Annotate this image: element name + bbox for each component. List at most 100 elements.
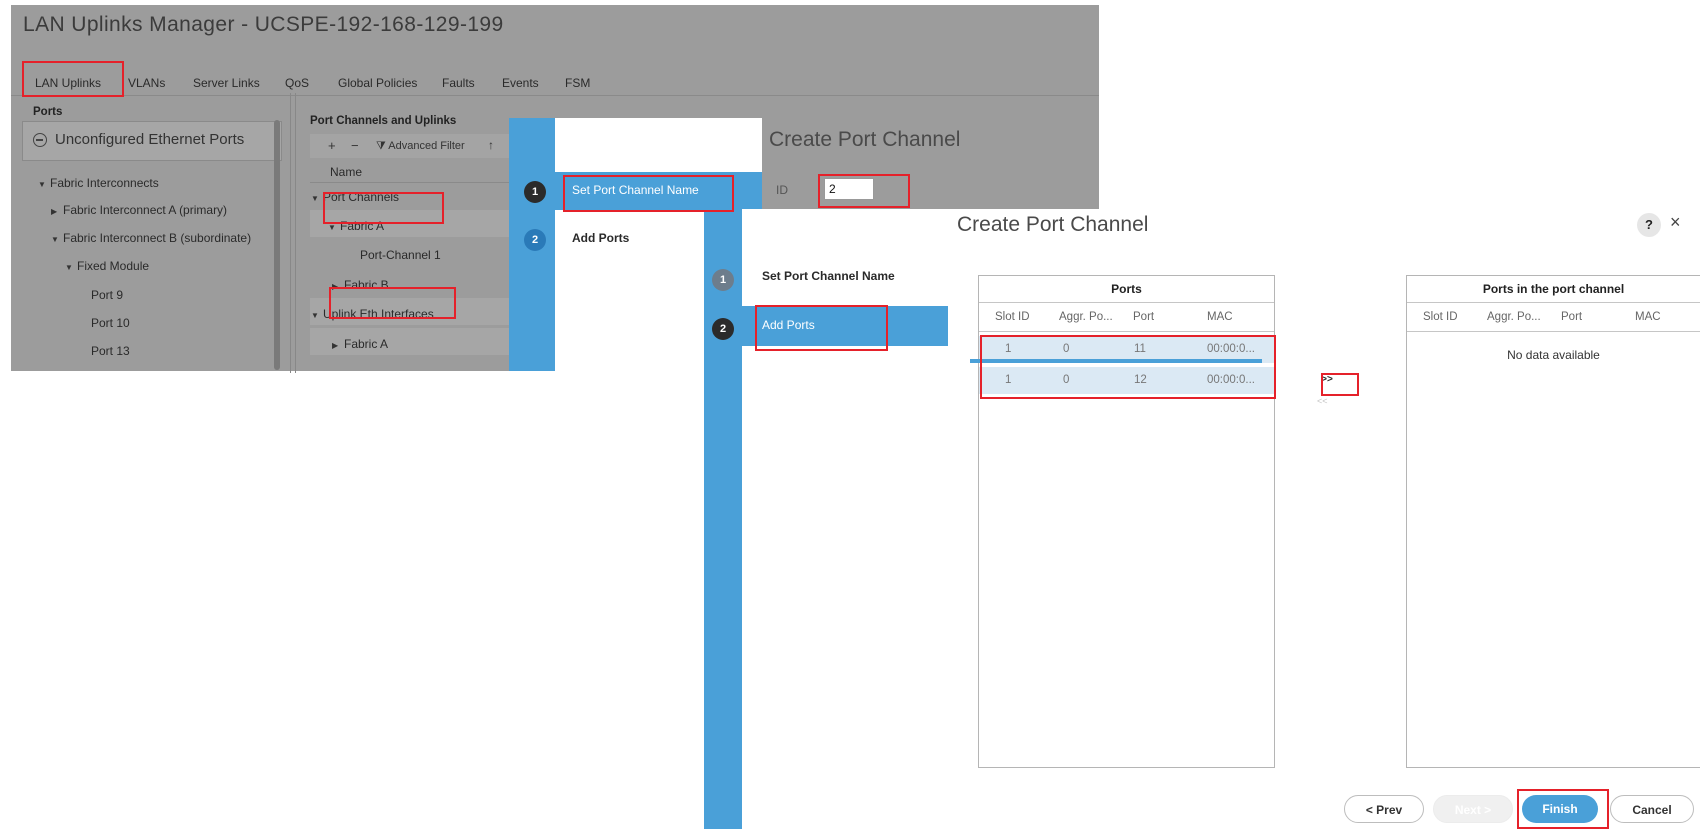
collapsed-triangle-icon[interactable]: ▶	[332, 282, 344, 291]
tree-item-port-10[interactable]: Port 10	[91, 316, 130, 330]
wizard-step-rail: 1 2	[704, 209, 742, 829]
cell-mac: 00:00:0...	[1207, 374, 1255, 386]
next-button[interactable]: Next >	[1433, 795, 1513, 823]
port-channel-table-title: Ports in the port channel	[1482, 282, 1625, 296]
remove-icon[interactable]: −	[351, 138, 359, 153]
tree-item-port-channel-1[interactable]: Port-Channel 1	[360, 248, 441, 262]
advanced-filter-button[interactable]: ⧩ Advanced Filter	[376, 140, 465, 153]
filter-icon: ⧩	[376, 140, 386, 152]
cell-slot-id: 1	[1005, 343, 1012, 355]
step-2-label: Add Ports	[762, 318, 815, 332]
tree-item-label: Fabric B	[344, 278, 389, 292]
collapsed-triangle-icon[interactable]: ▶	[51, 207, 63, 216]
tree-item-label: Uplink Eth Interfaces	[323, 307, 434, 321]
cell-aggr-port: 0	[1063, 343, 1070, 355]
tab-faults[interactable]: Faults	[442, 76, 475, 90]
col-slot-id[interactable]: Slot ID	[995, 311, 1030, 323]
expand-triangle-icon[interactable]: ▼	[311, 194, 323, 203]
col-aggr-port[interactable]: Aggr. Po...	[1487, 311, 1541, 323]
tree-item-port-13[interactable]: Port 13	[91, 344, 130, 358]
cell-port: 12	[1134, 374, 1147, 386]
cell-aggr-port: 0	[1063, 374, 1070, 386]
id-label: ID	[776, 183, 788, 197]
step-1-circle: 1	[712, 269, 734, 291]
col-mac[interactable]: MAC	[1207, 311, 1233, 323]
tree-item-port-channels[interactable]: ▼ Port Channels	[311, 190, 399, 204]
ports-pane-title: Ports	[33, 106, 63, 118]
unconfigured-ports-group[interactable]: Unconfigured Ethernet Ports	[22, 121, 282, 161]
tree-item-fixed-module[interactable]: ▼ Fixed Module	[65, 259, 149, 273]
tab-events[interactable]: Events	[502, 76, 539, 90]
empty-table-message: No data available	[1507, 348, 1600, 362]
col-mac[interactable]: MAC	[1635, 311, 1661, 323]
pane-splitter[interactable]	[290, 93, 296, 373]
column-header-label: Name	[330, 165, 363, 179]
add-icon[interactable]: +	[328, 138, 336, 153]
tree-item-fabric-b[interactable]: ▶ Fabric B	[332, 278, 389, 292]
tree-item-label: Fixed Module	[77, 259, 150, 273]
cell-mac: 00:00:0...	[1207, 343, 1255, 355]
filter-label: Advanced Filter	[388, 140, 465, 152]
tab-vlans[interactable]: VLANs	[128, 76, 165, 90]
close-icon[interactable]: ×	[1670, 212, 1681, 233]
name-column-header[interactable]: Name	[310, 160, 510, 183]
step-1-circle: 1	[524, 181, 546, 203]
tree-item-port-9[interactable]: Port 9	[91, 288, 123, 302]
manager-tab-bar: LAN Uplinks VLANs Server Links QoS Globa…	[11, 62, 1099, 96]
tab-global-policies[interactable]: Global Policies	[338, 76, 417, 90]
expand-triangle-icon[interactable]: ▼	[65, 263, 77, 272]
help-icon[interactable]: ?	[1637, 213, 1661, 237]
col-port[interactable]: Port	[1133, 311, 1154, 323]
move-left-button[interactable]: <<	[1317, 396, 1328, 406]
tab-qos[interactable]: QoS	[285, 76, 309, 90]
step-1-label: Set Port Channel Name	[572, 183, 699, 197]
tree-item-fabric-a-uplink[interactable]: ▶ Fabric A	[332, 337, 388, 351]
cell-slot-id: 1	[1005, 374, 1012, 386]
tree-item-fabric-interconnects[interactable]: ▼ Fabric Interconnects	[38, 176, 159, 190]
tree-item-fabric-interconnect-b[interactable]: ▼ Fabric Interconnect B (subordinate)	[51, 231, 251, 245]
unconfigured-ports-label: Unconfigured Ethernet Ports	[55, 131, 245, 148]
expand-triangle-icon[interactable]: ▼	[51, 235, 63, 244]
tree-item-uplink-eth-interfaces[interactable]: ▼ Uplink Eth Interfaces	[311, 307, 434, 321]
left-pane-scrollbar[interactable]	[274, 120, 280, 370]
ports-table: Ports Slot ID Aggr. Po... Port MAC 1 0 1…	[978, 275, 1275, 768]
tab-server-links[interactable]: Server Links	[193, 76, 260, 90]
tree-item-label: Fabric A	[340, 219, 385, 233]
id-input[interactable]: 2	[824, 178, 874, 200]
step-2-circle: 2	[712, 318, 734, 340]
table-row[interactable]: 1 0 12 00:00:0...	[979, 367, 1274, 394]
port-channels-toolbar: + − ⧩ Advanced Filter ↑	[310, 134, 510, 158]
expand-triangle-icon[interactable]: ▼	[328, 223, 340, 232]
dialog-title: Create Port Channel	[769, 128, 961, 151]
cancel-button[interactable]: Cancel	[1610, 795, 1694, 823]
wizard-step-rail: 1 2	[509, 118, 555, 371]
port-channels-pane-title: Port Channels and Uplinks	[310, 115, 457, 127]
port-channel-ports-table: Ports in the port channel Slot ID Aggr. …	[1406, 275, 1700, 768]
tree-item-label: Fabric Interconnect A (primary)	[63, 203, 228, 217]
step-2-label[interactable]: Add Ports	[572, 231, 629, 245]
expand-triangle-icon[interactable]: ▼	[311, 311, 323, 320]
finish-button[interactable]: Finish	[1522, 795, 1598, 823]
window-title: LAN Uplinks Manager - UCSPE-192-168-129-…	[23, 13, 504, 36]
row-selection-bar	[970, 359, 1262, 363]
wizard-step-list	[742, 209, 948, 829]
tree-item-fabric-interconnect-a[interactable]: ▶ Fabric Interconnect A (primary)	[51, 203, 227, 217]
col-aggr-port[interactable]: Aggr. Po...	[1059, 311, 1113, 323]
col-slot-id[interactable]: Slot ID	[1423, 311, 1458, 323]
tab-lan-uplinks[interactable]: LAN Uplinks	[35, 76, 101, 90]
port-channel-table-header: Slot ID Aggr. Po... Port MAC	[1407, 302, 1700, 332]
expand-triangle-icon[interactable]: ▼	[38, 180, 50, 189]
move-right-button[interactable]: >>	[1309, 370, 1345, 390]
tree-item-fabric-a[interactable]: ▼ Fabric A	[328, 219, 384, 233]
col-port[interactable]: Port	[1561, 311, 1582, 323]
dialog-title: Create Port Channel	[957, 213, 1149, 236]
collapse-circle-icon[interactable]	[33, 133, 47, 147]
prev-button[interactable]: < Prev	[1344, 795, 1424, 823]
step-1-label[interactable]: Set Port Channel Name	[762, 269, 895, 283]
export-icon[interactable]: ↑	[488, 138, 494, 152]
tab-fsm[interactable]: FSM	[565, 76, 590, 90]
tree-item-label: Port Channels	[323, 190, 400, 204]
collapsed-triangle-icon[interactable]: ▶	[332, 341, 344, 350]
ports-table-title: Ports	[1111, 282, 1142, 296]
tree-item-label: Fabric Interconnects	[50, 176, 159, 190]
